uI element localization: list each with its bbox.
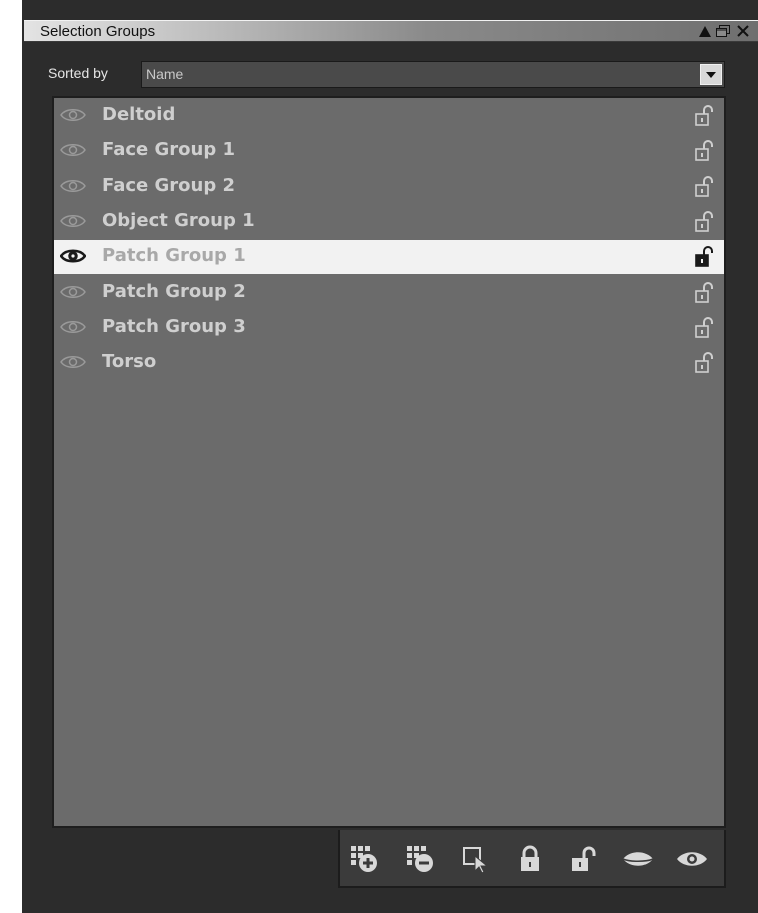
group-name: Deltoid bbox=[102, 104, 176, 125]
group-name: Patch Group 3 bbox=[102, 315, 246, 337]
visibility-eye-icon[interactable] bbox=[60, 319, 86, 339]
unlock-icon[interactable] bbox=[694, 281, 716, 308]
remove-group-icon[interactable] bbox=[402, 842, 438, 876]
collapse-icon[interactable] bbox=[696, 21, 714, 41]
panel-title: Selection Groups bbox=[40, 23, 156, 40]
float-window-icon[interactable] bbox=[714, 21, 732, 41]
visibility-eye-icon[interactable] bbox=[60, 354, 86, 374]
list-item[interactable]: Object Group 1 bbox=[54, 205, 724, 239]
unlock-icon[interactable] bbox=[694, 140, 716, 166]
group-name: Object Group 1 bbox=[102, 209, 255, 231]
show-icon[interactable] bbox=[674, 842, 710, 876]
visibility-eye-icon[interactable] bbox=[59, 248, 87, 268]
list-item[interactable]: Deltoid bbox=[54, 99, 724, 133]
visibility-eye-icon[interactable] bbox=[60, 142, 86, 162]
group-name: Patch Group 1 bbox=[102, 245, 246, 267]
group-name: Face Group 1 bbox=[102, 139, 236, 161]
unlock-icon[interactable] bbox=[694, 210, 716, 237]
groups-list: Deltoid Face Group 1 Face Group 2 Object… bbox=[52, 96, 726, 828]
visibility-eye-icon[interactable] bbox=[60, 213, 86, 233]
list-item[interactable]: Face Group 2 bbox=[54, 170, 724, 204]
hide-icon[interactable] bbox=[620, 842, 656, 876]
list-item[interactable]: Face Group 1 bbox=[54, 134, 724, 168]
group-name: Torso bbox=[102, 351, 157, 373]
close-icon[interactable] bbox=[734, 21, 752, 41]
visibility-eye-icon[interactable] bbox=[60, 178, 86, 198]
list-item[interactable]: Torso bbox=[54, 346, 724, 380]
unlock-icon[interactable] bbox=[694, 352, 716, 378]
selection-groups-panel: Selection Groups Sorted by Name Deltoid … bbox=[22, 0, 758, 913]
groups-toolbar bbox=[338, 830, 726, 888]
list-item-selected[interactable]: Patch Group 1 bbox=[54, 240, 724, 275]
unlock-icon[interactable] bbox=[566, 842, 602, 876]
unlock-icon[interactable] bbox=[694, 175, 716, 202]
select-group-icon[interactable] bbox=[458, 842, 494, 876]
sort-dropdown[interactable]: Name bbox=[141, 61, 725, 88]
chevron-down-icon[interactable] bbox=[700, 64, 722, 85]
unlock-icon[interactable] bbox=[694, 246, 716, 272]
group-name: Patch Group 2 bbox=[102, 280, 246, 302]
group-name: Face Group 2 bbox=[102, 174, 236, 196]
lock-icon[interactable] bbox=[512, 842, 548, 876]
panel-titlebar[interactable]: Selection Groups bbox=[24, 20, 758, 42]
list-item[interactable]: Patch Group 3 bbox=[54, 311, 724, 345]
sort-label: Sorted by bbox=[48, 65, 108, 81]
visibility-eye-icon[interactable] bbox=[60, 284, 86, 304]
add-group-icon[interactable] bbox=[346, 842, 382, 876]
sort-value: Name bbox=[146, 66, 184, 82]
visibility-eye-icon[interactable] bbox=[60, 107, 86, 127]
list-item[interactable]: Patch Group 2 bbox=[54, 276, 724, 310]
unlock-icon[interactable] bbox=[694, 316, 716, 343]
unlock-icon[interactable] bbox=[694, 105, 716, 131]
